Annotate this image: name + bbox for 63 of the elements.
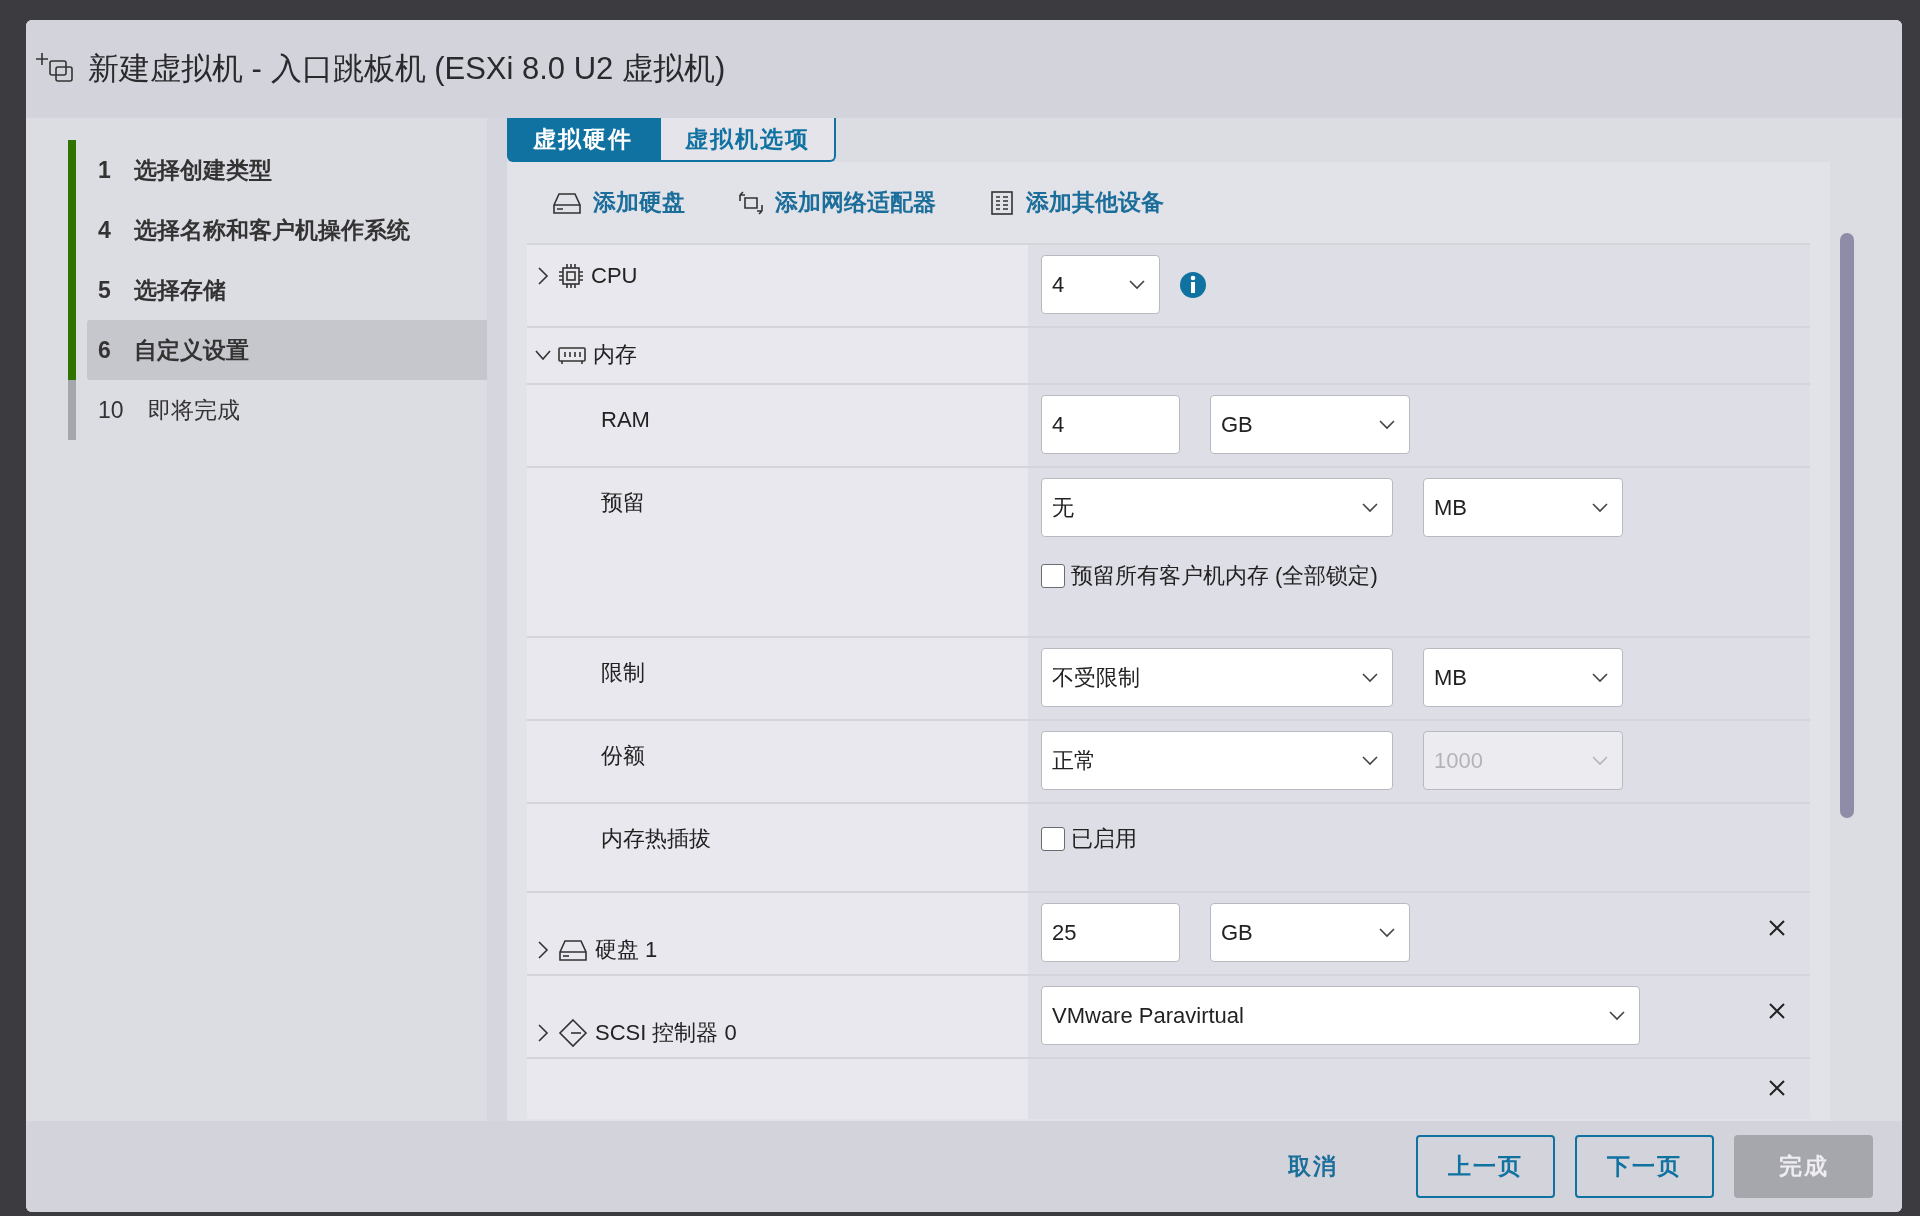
dropdown[interactable]: MB (1423, 478, 1623, 537)
footer-button[interactable]: 上一页 (1416, 1135, 1555, 1198)
toolbar-button[interactable]: 添加其他设备 (988, 185, 1164, 220)
tab[interactable]: 虚拟硬件 (507, 118, 659, 162)
dropdown[interactable]: GB (1210, 395, 1410, 454)
tab[interactable]: 虚拟机选项 (659, 118, 836, 162)
dropdown[interactable]: 无 (1041, 478, 1393, 537)
checkbox[interactable] (1041, 563, 1065, 588)
close-icon (1768, 918, 1786, 937)
setting-label: RAM (601, 406, 650, 434)
caret-icon (1362, 755, 1378, 766)
caret-icon (1592, 502, 1608, 513)
cancel-link[interactable]: 取消 (1243, 1135, 1382, 1198)
dropdown[interactable]: MB (1423, 648, 1623, 707)
expand-toggle[interactable] (535, 1021, 551, 1044)
caret-icon (1379, 419, 1395, 430)
device-label: 硬盘 1 (595, 936, 658, 964)
network-icon (737, 188, 765, 217)
expand-toggle[interactable] (535, 264, 551, 287)
checkbox[interactable] (1041, 826, 1065, 851)
caret-icon (1362, 672, 1378, 683)
device-label: 内存 (593, 341, 637, 369)
caret-icon (1379, 927, 1395, 938)
close-icon (1768, 1001, 1786, 1020)
caret-icon (1609, 1010, 1625, 1021)
close-icon (1768, 1078, 1786, 1097)
chevron-right-icon (535, 264, 551, 287)
setting-label: 限制 (601, 659, 645, 687)
toolbar-button[interactable]: 添加硬盘 (551, 185, 685, 220)
wizard-step[interactable]: 4 选择名称和客户机操作系统 (87, 200, 487, 260)
dropdown[interactable]: VMware Paravirtual (1041, 986, 1640, 1045)
checkbox-label: 预留所有客户机内存 (全部锁定) (1071, 562, 1378, 590)
chevron-right-icon (535, 1021, 551, 1044)
caret-icon (1129, 279, 1145, 290)
footer-button[interactable]: 下一页 (1575, 1135, 1714, 1198)
caret-icon (1592, 672, 1608, 683)
device-list-icon (988, 188, 1016, 217)
dropdown[interactable]: 正常 (1041, 731, 1393, 790)
setting-label: 份额 (601, 742, 645, 770)
diamond-icon (557, 1016, 589, 1049)
scrollbar-thumb[interactable] (1840, 233, 1854, 818)
wizard-step[interactable]: 6 自定义设置 (87, 320, 487, 380)
dropdown[interactable]: 4 (1041, 255, 1160, 314)
setting-label: 内存热插拔 (601, 825, 711, 853)
checkbox-label: 已启用 (1071, 825, 1137, 853)
toolbar-button[interactable]: 添加网络适配器 (737, 185, 936, 220)
dialog-title: 新建虚拟机 - 入口跳板机 (ESXi 8.0 U2 虚拟机) (88, 49, 726, 88)
caret-icon (1592, 755, 1608, 766)
device-label: SCSI 控制器 0 (595, 1019, 737, 1047)
wizard-step[interactable]: 1 选择创建类型 (87, 140, 487, 200)
chevron-right-icon (535, 938, 551, 961)
chip-icon (557, 261, 585, 290)
expand-toggle[interactable] (535, 938, 551, 961)
number-field[interactable]: 25 (1041, 903, 1180, 962)
wizard-step[interactable]: 5 选择存储 (87, 260, 487, 320)
dropdown: 1000 (1423, 731, 1623, 790)
device-label: CPU (591, 262, 638, 290)
wizard-step[interactable]: 10 即将完成 (87, 380, 487, 440)
caret-icon (1362, 502, 1378, 513)
number-field[interactable]: 4 (1041, 395, 1180, 454)
dropdown[interactable]: GB (1210, 903, 1410, 962)
dropdown[interactable]: 不受限制 (1041, 648, 1393, 707)
setting-label: 预留 (601, 489, 645, 517)
